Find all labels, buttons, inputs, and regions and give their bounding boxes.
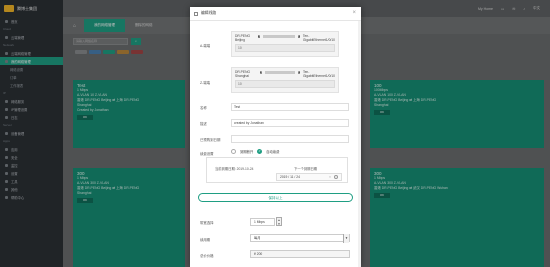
- next-expiry-label: 下一个到期日期: [294, 167, 318, 171]
- a-end-box: DR.PENG Beijing i i Ten-GigabitEthernet1…: [231, 31, 339, 57]
- z-end-site: DR.PENG Shanghai: [235, 70, 251, 78]
- radio-expire-stop-label: 到期断开: [240, 150, 254, 154]
- billing-radio-group: 到期断开 ✓ 自动续费: [231, 149, 279, 154]
- a-end-site: DR.PENG Beijing: [235, 34, 251, 42]
- close-icon[interactable]: ×: [352, 10, 356, 16]
- redacted-text: [263, 34, 295, 38]
- bandwidth-stepper[interactable]: ▲ ▼: [276, 217, 282, 226]
- desc-label: 描述: [200, 122, 207, 126]
- modal-title: 编辑线路: [201, 11, 217, 15]
- z-end-vlan-field[interactable]: 10: [235, 80, 335, 88]
- modal-header: 编辑线路: [190, 7, 361, 21]
- a-end-label: A-端端: [200, 44, 211, 48]
- pay-period-label: 续用期: [200, 238, 211, 242]
- info-icon: i: [258, 34, 261, 38]
- info-icon: i: [260, 70, 263, 74]
- pay-period-value: 每月: [254, 236, 261, 240]
- chevron-down-icon[interactable]: ▼: [343, 234, 349, 243]
- z-end-box: DR.PENG Shanghai i i Ten-GigabitEthernet…: [231, 67, 339, 93]
- bandwidth-label: 带宽选择: [200, 221, 214, 225]
- z-end-port: Ten-GigabitEthernet1/0/10: [302, 70, 336, 78]
- a-end-port: Ten-GigabitEthernet1/0/10: [302, 34, 335, 42]
- price-label: 总价价格: [200, 254, 214, 258]
- calendar-icon[interactable]: [334, 175, 338, 179]
- name-label: 名称: [200, 106, 207, 110]
- current-expiry-label-text: 当前到期日期: [215, 167, 235, 171]
- save-above-button[interactable]: 保持以上: [198, 193, 353, 202]
- pay-period-select[interactable]: 每月 ▼: [250, 234, 350, 243]
- next-expiry-date-value: 2019 / 11 / 24: [280, 175, 300, 179]
- edit-icon: [194, 11, 198, 16]
- bandwidth-input[interactable]: 1 Mbps: [250, 218, 275, 226]
- radio-auto-renew-label: 自动续费: [266, 150, 280, 154]
- prepaid-date-label: 已预购到日期: [200, 138, 221, 142]
- name-input[interactable]: Test: [231, 103, 349, 111]
- current-expiry-value: 2019-10-24: [236, 167, 254, 171]
- redacted-text: [265, 70, 295, 74]
- price-field: ¥ 200: [250, 250, 350, 258]
- modal-scrollbar[interactable]: [358, 21, 361, 267]
- a-end-vlan-field[interactable]: 10: [235, 44, 335, 52]
- prepaid-date-input[interactable]: [231, 135, 349, 143]
- billing-label: 续费设置: [200, 152, 214, 156]
- radio-auto-renew[interactable]: ✓: [257, 149, 263, 154]
- current-expiry-label: 当前到期日期: 2019-10-24: [215, 167, 254, 171]
- next-expiry-date-input[interactable]: 2019 / 11 / 24 ×: [276, 173, 342, 181]
- clear-icon[interactable]: ×: [329, 174, 331, 181]
- z-end-label: Z-端端: [200, 81, 210, 85]
- desc-input[interactable]: created by Jonathan: [231, 119, 349, 127]
- info-icon: i: [297, 70, 300, 74]
- info-icon: i: [297, 34, 300, 38]
- stepper-down-icon[interactable]: ▼: [277, 222, 281, 226]
- radio-expire-stop[interactable]: [231, 149, 236, 154]
